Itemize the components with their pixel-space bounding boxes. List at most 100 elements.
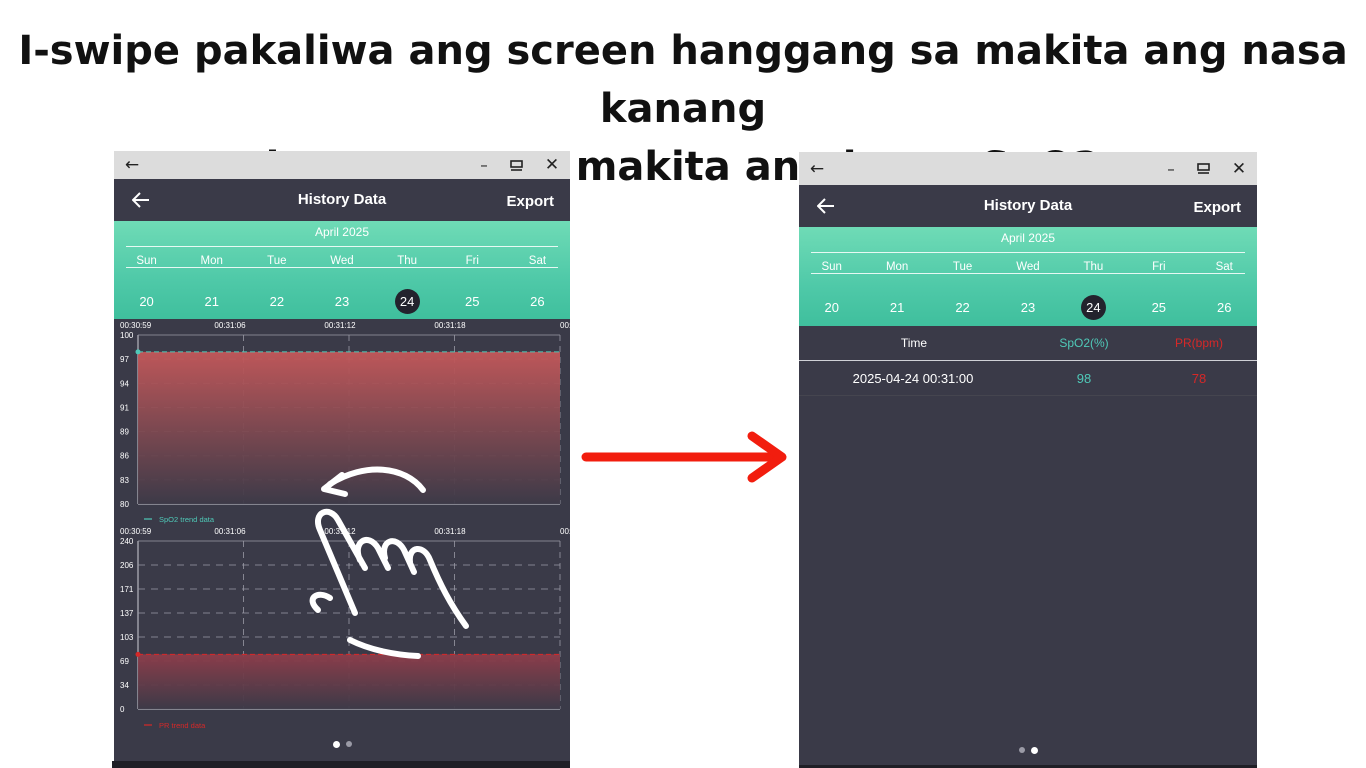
y-tick-label: 83 <box>120 476 129 485</box>
weekday-label: Wed <box>330 255 354 267</box>
date-21[interactable]: 21 <box>179 291 244 313</box>
date-23[interactable]: 23 <box>995 297 1060 319</box>
divider <box>126 267 558 268</box>
weekday-label: Mon <box>200 255 223 267</box>
series-area <box>138 654 560 709</box>
app-header: History Data Export <box>799 185 1257 227</box>
arrow-left-icon[interactable]: ← <box>807 152 827 185</box>
y-tick-label: 240 <box>120 537 134 546</box>
table-header: Time SpO2(%) PR(bpm) <box>799 326 1257 361</box>
y-tick-label: 97 <box>120 355 129 364</box>
date-22[interactable]: 22 <box>244 291 309 313</box>
x-tick-label: 00:31:2 <box>560 321 570 330</box>
date-row: 20 21 22 23 24 25 26 <box>799 295 1257 320</box>
column-header-time: Time <box>900 336 928 350</box>
y-tick-label: 0 <box>120 705 125 714</box>
y-tick-label: 91 <box>120 403 129 412</box>
minimize-icon[interactable]: – <box>474 151 494 179</box>
y-tick-label: 34 <box>120 681 129 690</box>
date-26[interactable]: 26 <box>1192 297 1257 319</box>
date-26[interactable]: 26 <box>505 291 570 313</box>
week-calendar: April 2025 Sun Mon Tue Wed Thu Fri Sat 2… <box>799 227 1257 326</box>
close-icon[interactable]: ✕ <box>542 151 562 179</box>
x-tick-label: 00:31:06 <box>214 527 246 536</box>
divider <box>811 252 1245 253</box>
weekday-label: Tue <box>267 255 287 267</box>
y-tick-label: 94 <box>120 379 129 388</box>
arrow-left-icon[interactable]: ← <box>122 151 142 179</box>
date-20[interactable]: 20 <box>799 297 864 319</box>
weekday-row: Sun Mon Tue Wed Thu Fri Sat <box>114 250 570 272</box>
window-titlebar: ← – ✕ <box>799 152 1257 185</box>
page-dot-active[interactable] <box>1030 747 1038 754</box>
cell-time: 2025-04-24 00:31:00 <box>852 371 974 386</box>
date-25[interactable]: 25 <box>1126 297 1191 319</box>
date-24-selected[interactable]: 24 <box>1061 295 1126 320</box>
minimize-icon[interactable]: – <box>1161 152 1181 185</box>
weekday-label: Thu <box>397 255 418 267</box>
weekday-label: Fri <box>465 255 479 267</box>
x-tick-label: 00:30:59 <box>120 321 152 330</box>
x-tick-label: 00:31:2 <box>560 527 570 536</box>
headline-line-1: I-swipe pakaliwa ang screen hanggang sa … <box>18 28 1348 132</box>
page-title: History Data <box>983 197 1073 214</box>
weekday-label: Tue <box>952 261 973 273</box>
y-tick-label: 89 <box>120 428 129 437</box>
data-point <box>135 651 141 657</box>
weekday-label: Fri <box>1152 261 1166 273</box>
date-25[interactable]: 25 <box>440 291 505 313</box>
column-header-spo2: SpO2(%) <box>1059 336 1109 350</box>
export-button[interactable]: Export <box>506 179 554 223</box>
page-indicator <box>799 747 1257 754</box>
x-tick-label: 00:30:59 <box>120 527 152 536</box>
left-screen: ← – ✕ History Data Export April 2025 Sun… <box>114 151 570 768</box>
weekday-label: Sun <box>821 261 842 273</box>
x-tick-label: 00:31:12 <box>324 527 356 536</box>
maximize-icon[interactable] <box>1193 152 1213 185</box>
trend-charts[interactable]: 00:30:59 00:31:06 00:31:12 00:31:18 00:31:2 1… <box>114 319 570 739</box>
page-indicator <box>114 741 570 748</box>
right-screen: ← – ✕ History Data Export April 2025 Sun… <box>799 152 1257 768</box>
red-arrow-icon <box>581 431 787 483</box>
page-dot[interactable] <box>1018 747 1025 753</box>
date-24-selected[interactable]: 24 <box>375 289 440 314</box>
legend-label: PR trend data <box>159 721 206 730</box>
y-tick-label: 206 <box>120 561 134 570</box>
x-tick-label: 00:31:18 <box>434 321 466 330</box>
y-tick-label: 171 <box>120 585 134 594</box>
date-22[interactable]: 22 <box>930 297 995 319</box>
data-point <box>135 349 141 355</box>
weekday-label: Sat <box>528 255 547 267</box>
x-tick-label: 00:31:18 <box>434 527 466 536</box>
page-dot-active[interactable] <box>332 741 340 748</box>
page-dot[interactable] <box>345 741 352 747</box>
export-button[interactable]: Export <box>1193 185 1241 229</box>
y-tick-label: 86 <box>120 452 129 461</box>
weekday-row: Sun Mon Tue Wed Thu Fri Sat <box>799 256 1257 278</box>
cell-pr: 78 <box>1191 371 1207 386</box>
date-23[interactable]: 23 <box>309 291 374 313</box>
y-tick-label: 80 <box>120 500 129 509</box>
date-20[interactable]: 20 <box>114 291 179 313</box>
calendar-month: April 2025 <box>314 225 370 239</box>
column-header-pr: PR(bpm) <box>1174 336 1223 350</box>
weekday-label: Sun <box>136 255 157 267</box>
weekday-label: Mon <box>885 261 909 273</box>
divider <box>126 246 558 247</box>
series-area <box>138 351 560 504</box>
y-tick-label: 100 <box>120 331 134 340</box>
date-21[interactable]: 21 <box>864 297 929 319</box>
weekday-label: Sat <box>1215 261 1233 273</box>
divider <box>811 273 1245 274</box>
table-row[interactable]: 2025-04-24 00:31:00 98 78 <box>799 361 1257 396</box>
app-header: History Data Export <box>114 179 570 221</box>
maximize-icon[interactable] <box>506 151 526 179</box>
y-tick-label: 69 <box>120 657 129 666</box>
close-icon[interactable]: ✕ <box>1229 152 1249 185</box>
weekday-label: Wed <box>1016 261 1040 273</box>
calendar-month: April 2025 <box>1000 231 1056 245</box>
week-calendar: April 2025 Sun Mon Tue Wed Thu Fri Sat 2… <box>114 221 570 319</box>
x-tick-label: 00:31:12 <box>324 321 356 330</box>
page-title: History Data <box>297 191 387 208</box>
y-tick-label: 137 <box>120 609 134 618</box>
